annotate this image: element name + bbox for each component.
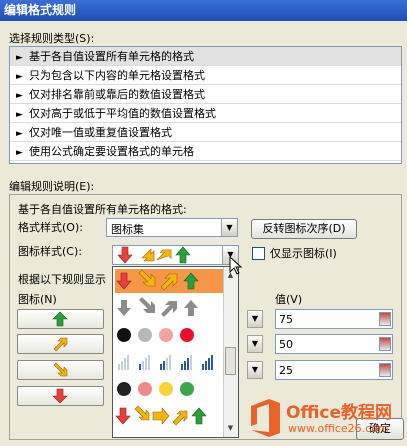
yellow-up-right-arrow-icon <box>53 337 68 352</box>
icon-picker-button[interactable] <box>17 309 104 329</box>
scroll-thumb[interactable] <box>225 347 236 375</box>
show-icon-only-label: 仅显示图标(I) <box>270 247 337 260</box>
dialog-title-bar[interactable]: 编辑格式规则 <box>0 0 407 21</box>
green-up-arrow-icon <box>52 311 68 327</box>
watermark-brand: Office教程网 <box>286 403 393 423</box>
mouse-cursor-icon <box>229 256 243 275</box>
watermark-url: www.office26.com <box>288 422 389 435</box>
rules-text: 根据以下规则显示 <box>18 273 106 286</box>
icon-set-preview <box>117 246 191 264</box>
traffic-lights-circles-icon-set <box>117 328 194 342</box>
red-yellow-green-arrows-icon-set <box>116 269 199 291</box>
gray-arrows-icon-set <box>117 297 198 317</box>
rule-type-item[interactable]: ► 仅对排名靠前或靠后的数值设置格式 <box>10 85 401 104</box>
yellow-down-right-arrow-icon <box>53 362 68 377</box>
format-style-label: 格式样式(O): <box>18 221 83 234</box>
red-down-arrow-icon <box>52 388 68 404</box>
value-input[interactable]: 75 <box>275 309 393 329</box>
show-icon-only-checkbox[interactable] <box>252 247 265 260</box>
operator-dropdown[interactable]: ▼ <box>247 361 263 379</box>
bullet-icon: ► <box>16 148 23 158</box>
scroll-down-icon[interactable]: ▼ <box>225 422 236 435</box>
icon-column-header: 图标(N) <box>18 293 57 306</box>
chevron-down-icon[interactable]: ▼ <box>221 219 237 236</box>
signal-bars-icon-set <box>118 355 213 370</box>
rule-type-item[interactable]: ► 仅对唯一值或重复值设置格式 <box>10 123 401 142</box>
format-style-select[interactable]: 图标集 ▼ <box>106 218 238 237</box>
icon-style-dropdown-list[interactable]: ▲ ▼ <box>112 266 239 438</box>
rule-type-label: 选择规则类型(S): <box>9 32 95 45</box>
icon-picker-button[interactable] <box>17 334 104 354</box>
icon-picker-button[interactable] <box>17 360 104 380</box>
value-column-header: 值(V) <box>275 293 303 306</box>
watermark: Office教程网 www.office26.com <box>248 392 407 446</box>
edit-rule-label: 编辑规则说明(E): <box>9 180 95 193</box>
icon-set-option[interactable] <box>115 350 223 374</box>
rule-type-list[interactable]: ► 基于各自值设置所有单元格的格式 ► 只为包含以下内容的单元格设置格式 ► 仅对排名… <box>9 46 402 164</box>
icon-set-option[interactable] <box>115 377 223 401</box>
icon-style-label: 图标样式(C): <box>18 245 82 258</box>
black-red-yellow-green-circles-icon-set <box>117 382 194 396</box>
operator-dropdown[interactable]: ▼ <box>247 335 263 353</box>
icon-set-option[interactable] <box>115 404 223 428</box>
rule-type-item[interactable]: ► 仅对高于或低于平均值的数值设置格式 <box>10 104 401 123</box>
dropdown-scrollbar[interactable]: ▲ ▼ <box>223 267 238 437</box>
range-select-icon[interactable] <box>379 337 391 351</box>
icon-style-select[interactable]: ▼ <box>112 245 239 265</box>
rule-type-item[interactable]: ► 基于各自值设置所有单元格的格式 <box>10 47 401 66</box>
value-input[interactable]: 25 <box>275 360 393 380</box>
dialog-title: 编辑格式规则 <box>4 3 77 17</box>
rule-description: 基于各自值设置所有单元格的格式: <box>18 203 187 216</box>
icon-set-option[interactable] <box>115 269 223 293</box>
rule-type-item[interactable]: ► 使用公式确定要设置格式的单元格 <box>10 142 401 161</box>
range-select-icon[interactable] <box>379 363 391 377</box>
icon-picker-button[interactable] <box>17 386 104 406</box>
icon-set-option[interactable] <box>115 323 223 347</box>
reverse-icon-order-button[interactable]: 反转图标次序(D) <box>251 219 357 239</box>
five-arrows-icon-set <box>115 405 207 426</box>
range-select-icon[interactable] <box>379 312 391 326</box>
value-input[interactable]: 50 <box>275 334 393 354</box>
office-logo-icon <box>251 399 280 437</box>
operator-dropdown[interactable]: ▼ <box>247 310 263 328</box>
icon-set-option[interactable] <box>115 296 223 320</box>
rule-type-item[interactable]: ► 只为包含以下内容的单元格设置格式 <box>10 66 401 85</box>
